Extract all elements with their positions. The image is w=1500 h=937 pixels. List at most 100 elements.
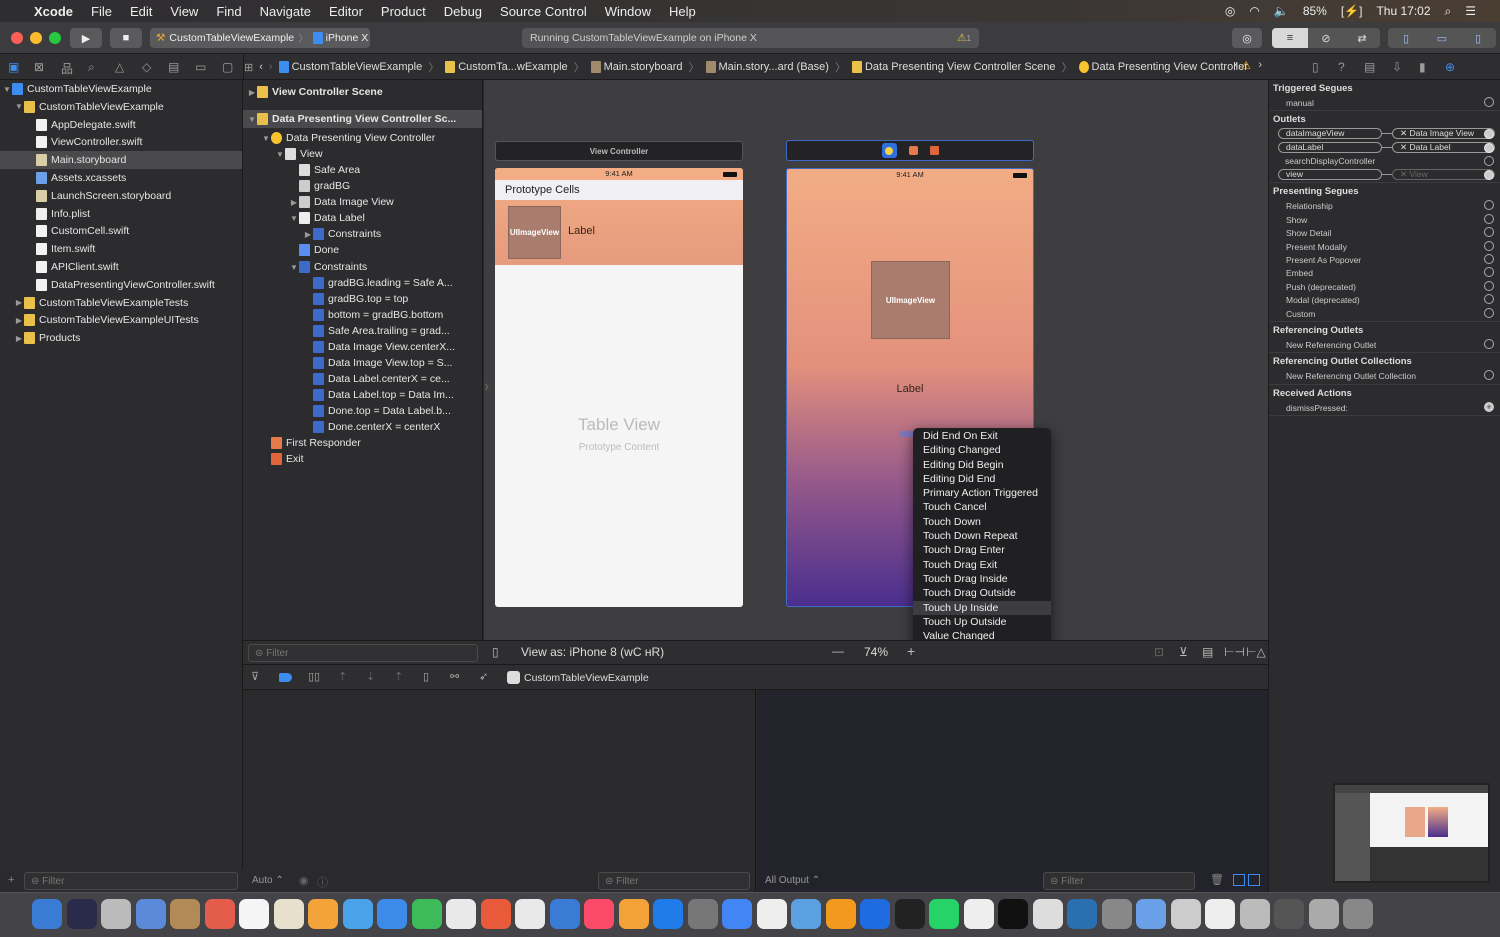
data-image-view[interactable]: UIImageView xyxy=(871,261,950,339)
memory-graph-icon[interactable]: ⚯ xyxy=(450,670,459,683)
dock-app-icon[interactable] xyxy=(1032,899,1063,929)
embed-in-icon[interactable]: ⊻ xyxy=(1179,645,1188,659)
issue-navigator-icon[interactable]: △ xyxy=(115,60,124,74)
menu-navigate[interactable]: Navigate xyxy=(260,4,311,19)
add-constraints-icon[interactable]: ⊢⊣ xyxy=(1224,645,1245,659)
dock-app-icon[interactable] xyxy=(101,899,131,929)
disclosure-triangle-icon[interactable]: ▶ xyxy=(289,198,299,207)
tree-item[interactable]: ▼ CustomTableViewExample xyxy=(0,80,242,98)
dock-app-icon[interactable] xyxy=(1067,899,1097,929)
dock-app-icon[interactable] xyxy=(998,899,1028,929)
minimap-thumbnail[interactable] xyxy=(1333,783,1490,883)
dock-app-icon[interactable] xyxy=(239,899,269,929)
creative-cloud-icon[interactable]: ◎ xyxy=(1225,4,1235,18)
outlet-target-pill[interactable]: ✕ Data Label xyxy=(1392,141,1495,153)
align-icon[interactable]: ▤ xyxy=(1202,645,1213,659)
view-controller-scene-header[interactable]: View Controller xyxy=(495,141,743,161)
disclosure-triangle-icon[interactable]: ▶ xyxy=(14,316,24,325)
eye-icon[interactable]: ◉ xyxy=(299,874,309,887)
dock-app-icon[interactable] xyxy=(1136,899,1166,929)
view-controller-icon[interactable] xyxy=(881,143,897,158)
project-navigator-icon[interactable]: ▣ xyxy=(8,60,19,74)
menu-item[interactable]: Editing Did Begin xyxy=(913,458,1051,472)
zoom-button[interactable] xyxy=(49,32,61,44)
outlet-pill[interactable]: view xyxy=(1278,168,1382,180)
forward-icon[interactable]: › xyxy=(269,61,273,73)
disclosure-triangle-icon[interactable]: ▶ xyxy=(14,334,24,343)
zoom-level[interactable]: 74% xyxy=(864,645,888,659)
dock-app-icon[interactable] xyxy=(446,899,476,929)
update-frames-icon[interactable]: ⊡ xyxy=(1154,645,1164,659)
dock-app-icon[interactable] xyxy=(791,899,821,929)
tree-item[interactable]: ▶ CustomTableViewExampleUITests xyxy=(0,311,242,329)
menu-item[interactable]: Editing Did End xyxy=(913,472,1051,486)
connection-circle-icon[interactable] xyxy=(1484,254,1494,264)
done-button[interactable] xyxy=(899,431,913,437)
add-action-icon[interactable]: + xyxy=(1484,401,1494,412)
connection-circle-icon[interactable] xyxy=(1484,280,1494,291)
menu-find[interactable]: Find xyxy=(216,4,241,19)
warning-icon[interactable]: ⚠1 xyxy=(957,32,971,44)
minimize-button[interactable] xyxy=(30,32,42,44)
zoom-out-button[interactable]: — xyxy=(832,644,844,658)
connected-circle-icon[interactable] xyxy=(1484,142,1494,153)
dock-app-icon[interactable] xyxy=(1343,899,1373,929)
disclosure-triangle-icon[interactable]: ▼ xyxy=(275,150,285,159)
dock-app-icon[interactable] xyxy=(204,899,235,929)
tree-item[interactable]: ▼ Data Presenting View Controller Sc... xyxy=(243,110,482,128)
jump-bar-item[interactable]: Data Presenting View Controller xyxy=(1078,61,1248,74)
menu-item[interactable]: Primary Action Triggered xyxy=(913,486,1051,500)
resolve-issues-icon[interactable]: ⊢△ xyxy=(1246,645,1266,659)
view-controller-scene[interactable]: 9:41 AM Prototype Cells UIImageView Labe… xyxy=(495,168,743,607)
tree-item[interactable]: Item.swift xyxy=(0,240,242,258)
data-label[interactable]: Label xyxy=(787,383,1033,395)
dock-app-icon[interactable] xyxy=(756,899,787,929)
dock-app-icon[interactable] xyxy=(584,899,614,929)
dock-app-icon[interactable] xyxy=(515,899,545,929)
menu-file[interactable]: File xyxy=(91,4,112,19)
debug-navigator-icon[interactable]: ▤ xyxy=(168,60,179,74)
dock-app-icon[interactable] xyxy=(1205,899,1235,929)
menu-debug[interactable]: Debug xyxy=(444,4,482,19)
dock-app-icon[interactable] xyxy=(1239,899,1270,929)
data-presenting-scene-header[interactable] xyxy=(786,140,1034,161)
dock-app-icon[interactable] xyxy=(1308,899,1339,929)
quick-help-icon[interactable]: ? xyxy=(1338,60,1345,74)
previous-issue-icon[interactable]: ‹ xyxy=(1234,59,1238,71)
navigator-toggle-icon[interactable]: ▯ xyxy=(1388,28,1424,48)
connection-circle-icon[interactable] xyxy=(1484,339,1494,349)
tree-item[interactable]: Done xyxy=(243,241,482,259)
disclosure-triangle-icon[interactable]: ▶ xyxy=(14,298,24,307)
navigator-filter-input[interactable]: ⊜ Filter xyxy=(24,872,238,890)
library-button[interactable]: ◎ xyxy=(1232,28,1262,48)
jump-bar-item[interactable]: CustomTableViewExample xyxy=(278,61,422,74)
next-issue-icon[interactable]: › xyxy=(1258,59,1262,71)
menu-item[interactable]: Touch Cancel xyxy=(913,500,1051,514)
outlet-pill[interactable]: dataImageView xyxy=(1278,128,1382,140)
menu-app[interactable]: Xcode xyxy=(34,4,73,19)
connected-circle-icon[interactable] xyxy=(1484,169,1494,180)
disclosure-triangle-icon[interactable]: ▼ xyxy=(247,115,257,124)
dock-app-icon[interactable] xyxy=(66,899,97,929)
inspector-toggle-icon[interactable]: ▯ xyxy=(1460,28,1496,48)
variables-filter-input[interactable]: ⊜ Filter xyxy=(598,872,750,890)
disclosure-triangle-icon[interactable]: ▼ xyxy=(14,102,24,111)
menu-item[interactable]: Touch Drag Outside xyxy=(913,586,1051,600)
add-file-icon[interactable]: + xyxy=(8,874,14,886)
jump-bar-item[interactable]: CustomTa...wExample xyxy=(445,61,568,74)
step-over-icon[interactable]: ⇡ xyxy=(338,670,347,683)
dock-app-icon[interactable] xyxy=(860,899,890,929)
breakpoints-toggle-icon[interactable] xyxy=(279,673,292,682)
close-button[interactable] xyxy=(11,32,23,44)
tree-item[interactable]: ▶ CustomTableViewExampleTests xyxy=(0,294,242,312)
console-filter-input[interactable]: ⊜ Filter xyxy=(1043,872,1195,890)
issue-warning-icon[interactable]: ⚠ xyxy=(1241,59,1251,72)
assistant-editor-icon[interactable]: ⊘ xyxy=(1308,28,1344,48)
size-inspector-icon[interactable]: ▮ xyxy=(1419,60,1426,74)
connection-circle-icon[interactable] xyxy=(1484,307,1494,318)
outline-toggle-icon[interactable]: ▯ xyxy=(492,645,499,659)
dock-app-icon[interactable] xyxy=(1274,899,1304,929)
dock-app-icon[interactable] xyxy=(687,899,718,929)
menu-item[interactable]: Did End On Exit xyxy=(913,429,1051,443)
view-as-device[interactable]: View as: iPhone 8 (ᴡC ʜR) xyxy=(521,645,664,659)
